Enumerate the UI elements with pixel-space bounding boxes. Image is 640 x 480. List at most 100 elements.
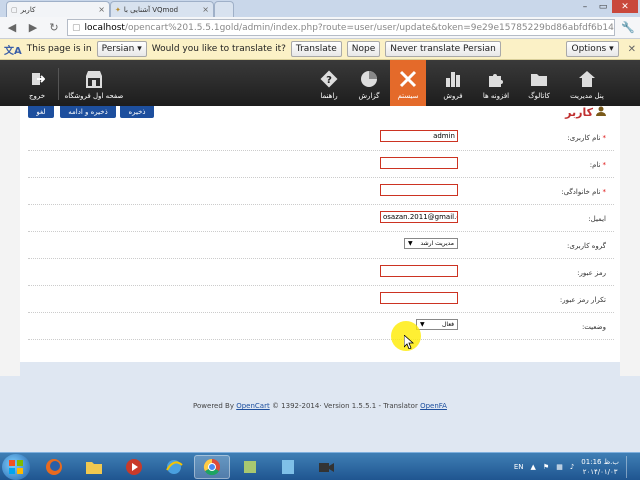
menu-divider — [58, 68, 59, 100]
puzzle-icon — [486, 70, 506, 88]
ie-taskbar-icon[interactable] — [156, 455, 192, 479]
network-icon[interactable]: ▦ — [556, 463, 563, 471]
form-row-email: ایمیل: osazan.2011@gmail.com — [28, 205, 614, 232]
lastname-input[interactable] — [380, 184, 458, 196]
openfa-link[interactable]: OpenFA — [420, 402, 447, 410]
admin-menu-bar: خروج صفحه اول فروشگاه ? راهنما گزارش سیس… — [0, 60, 640, 106]
save-continue-button[interactable]: ذخیره و ادامه — [60, 106, 116, 118]
status-label: وضعیت: — [581, 323, 606, 331]
show-desktop-button[interactable] — [626, 456, 634, 478]
tab-user[interactable]: ▢ کاربر × — [6, 1, 110, 17]
help-icon: ? — [319, 70, 339, 88]
language-indicator[interactable]: EN — [514, 463, 524, 471]
clock[interactable]: 01:16 ب.ظ ۲۰۱۴/۰۱/۰۳ — [581, 457, 619, 477]
language-select[interactable]: Persian ▾ — [96, 41, 147, 57]
password-input[interactable] — [380, 265, 458, 277]
recorder-taskbar-icon[interactable] — [308, 455, 344, 479]
catalog-menu[interactable]: کاتالوگ — [522, 60, 556, 106]
firstname-label: *نام: — [589, 161, 606, 169]
translate-button[interactable]: Translate — [290, 41, 342, 57]
form-row-confirm: تکرار رمز عبور: — [28, 286, 614, 313]
translate-text-prefix: This page is in — [26, 44, 92, 54]
tray-arrow-icon[interactable]: ▲ — [531, 463, 536, 471]
folder-taskbar-icon[interactable] — [76, 455, 112, 479]
form-row-usergroup: گروه کاربری: ▼ مدیریت ارشد — [28, 232, 614, 259]
store-front-menu[interactable]: صفحه اول فروشگاه — [62, 60, 126, 106]
store-icon — [84, 70, 104, 88]
browser-tabstrip: ▢ کاربر × ✦ آشنایی با VQmod × – ▭ ✕ — [0, 0, 640, 17]
minimize-icon[interactable]: – — [576, 0, 594, 13]
home-icon — [577, 70, 597, 88]
volume-icon[interactable]: ♪ — [570, 463, 574, 471]
save-button[interactable]: ذخیره — [120, 106, 154, 118]
firefox-taskbar-icon[interactable] — [36, 455, 72, 479]
chevron-down-icon: ▼ — [408, 240, 413, 247]
user-icon — [596, 106, 606, 119]
url-path: /opencart%201.5.5.1gold/admin/index.php?… — [124, 22, 615, 33]
browser-toolbar: ◀ ▶ ↻ ▢ localhost /opencart%201.5.5.1gol… — [0, 17, 640, 39]
page-background — [0, 106, 20, 376]
translate-icon: 文A — [4, 45, 22, 57]
cancel-button[interactable]: لغو — [28, 106, 54, 118]
options-button[interactable]: Options ▾ — [566, 41, 619, 57]
close-tab-icon[interactable]: × — [202, 5, 209, 14]
nope-button[interactable]: Nope — [346, 41, 381, 57]
windows-logo-icon — [9, 460, 23, 474]
stack-taskbar-icon[interactable] — [232, 455, 268, 479]
chevron-down-icon: ▼ — [420, 321, 425, 328]
opencart-link[interactable]: OpenCart — [236, 402, 270, 410]
email-input[interactable]: osazan.2011@gmail.com — [380, 211, 458, 223]
username-input[interactable]: admin — [380, 130, 458, 142]
dashboard-menu[interactable]: پنل مدیریت — [564, 60, 610, 106]
bar-chart-icon — [443, 70, 463, 88]
form-row-status: وضعیت: ▼ فعال — [28, 313, 614, 340]
back-icon[interactable]: ◀ — [4, 20, 20, 36]
sales-menu[interactable]: فروش — [436, 60, 470, 106]
page-title: کاربر — [565, 106, 606, 119]
notes-taskbar-icon[interactable] — [270, 455, 306, 479]
page-icon: ▢ — [72, 22, 81, 33]
window-controls: – ▭ ✕ — [576, 0, 638, 13]
user-form-box: لغو ذخیره و ادامه ذخیره کاربر *نام کاربر… — [20, 106, 620, 362]
tools-icon — [398, 70, 418, 88]
chrome-taskbar-icon[interactable] — [194, 455, 230, 479]
close-tab-icon[interactable]: × — [98, 5, 105, 14]
footer: Powered By OpenCart © 1392-2014· Version… — [193, 402, 447, 410]
close-window-icon[interactable]: ✕ — [612, 0, 638, 13]
help-menu[interactable]: ? راهنما — [312, 60, 346, 106]
wrench-icon[interactable]: 🔧 — [620, 20, 636, 36]
never-translate-button[interactable]: Never translate Persian — [385, 41, 501, 57]
tab-vqmod[interactable]: ✦ آشنایی با VQmod × — [110, 1, 214, 17]
email-label: ایمیل: — [588, 215, 606, 223]
folder-icon — [529, 70, 549, 88]
page-background — [620, 106, 640, 376]
usergroup-label: گروه کاربری: — [567, 242, 606, 250]
reports-menu[interactable]: گزارش — [352, 60, 386, 106]
vqmod-favicon-icon: ✦ — [115, 5, 121, 14]
system-menu[interactable]: سیستم — [390, 60, 426, 106]
usergroup-select[interactable]: ▼ مدیریت ارشد — [404, 238, 458, 249]
reload-icon[interactable]: ↻ — [46, 20, 62, 36]
new-tab-button[interactable] — [214, 1, 234, 17]
maximize-icon[interactable]: ▭ — [594, 0, 612, 13]
tab-title: آشنایی با VQmod — [123, 5, 179, 14]
extensions-menu[interactable]: افزونه ها — [478, 60, 514, 106]
logout-menu[interactable]: خروج — [20, 60, 54, 106]
firstname-input[interactable] — [380, 157, 458, 169]
address-bar[interactable]: ▢ localhost /opencart%201.5.5.1gold/admi… — [67, 19, 615, 36]
start-button[interactable] — [2, 454, 30, 480]
confirm-label: تکرار رمز عبور: — [559, 296, 606, 304]
form-row-username: *نام کاربری: admin — [28, 124, 614, 151]
close-icon[interactable]: ✕ — [628, 44, 636, 55]
status-select[interactable]: ▼ فعال — [416, 319, 458, 330]
pie-chart-icon — [359, 70, 379, 88]
form-row-firstname: *نام: — [28, 151, 614, 178]
confirm-input[interactable] — [380, 292, 458, 304]
media-taskbar-icon[interactable] — [116, 455, 152, 479]
windows-taskbar: EN ▲ ⚑ ▦ ♪ 01:16 ب.ظ ۲۰۱۴/۰۱/۰۳ — [0, 452, 640, 480]
translate-infobar: 文A This page is in Persian ▾ Would you l… — [0, 39, 640, 60]
forward-icon[interactable]: ▶ — [25, 20, 41, 36]
flag-icon[interactable]: ⚑ — [543, 463, 549, 471]
lastname-label: *نام خانوادگی: — [561, 188, 606, 196]
username-label: *نام کاربری: — [567, 134, 606, 142]
